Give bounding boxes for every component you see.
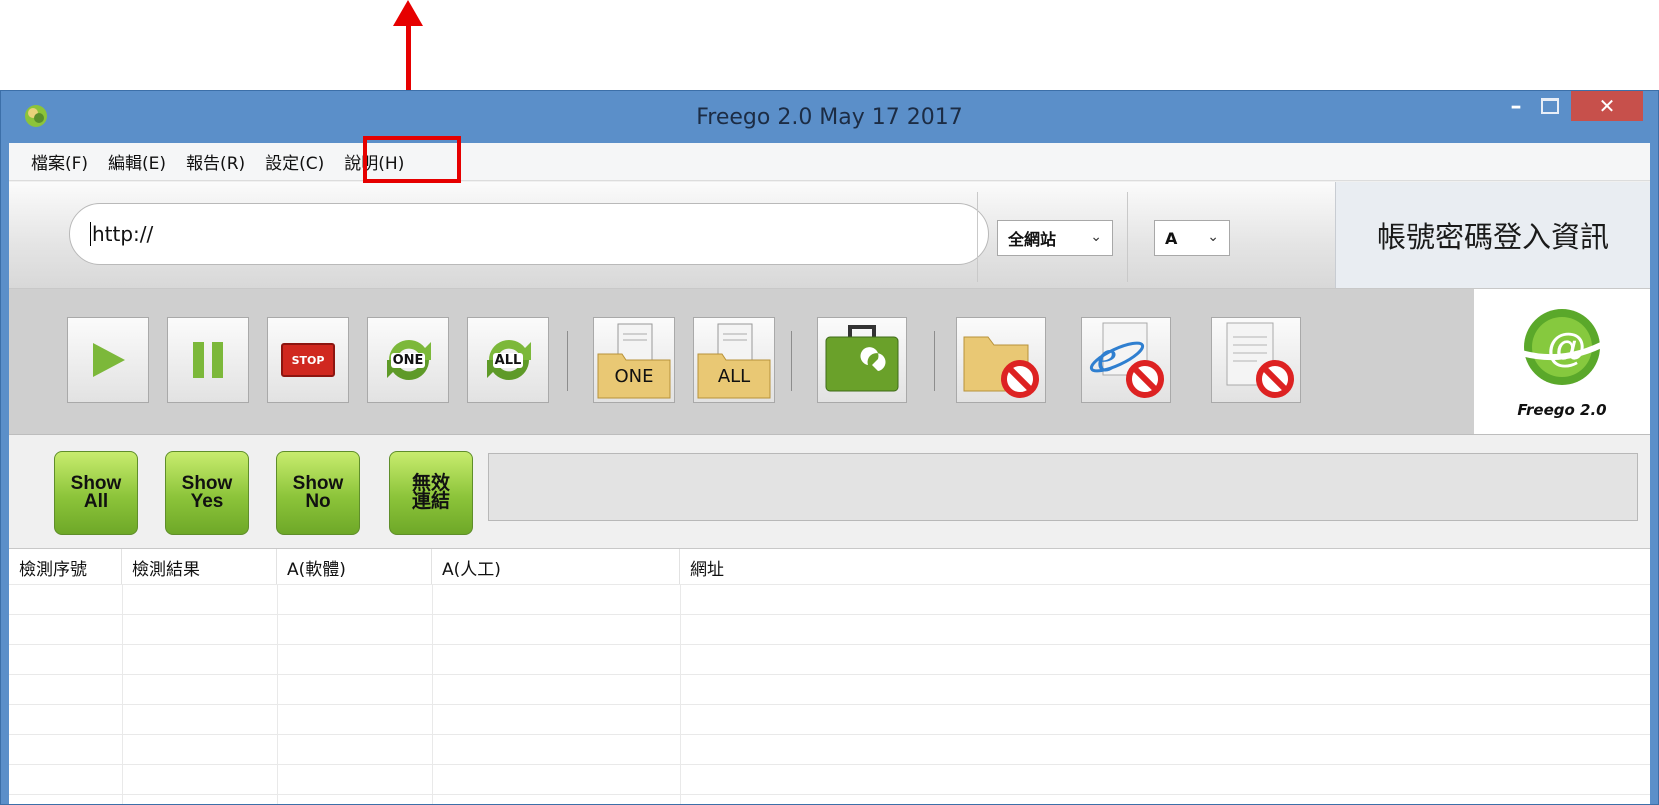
folder-document-icon xyxy=(597,323,671,399)
toolbar-divider xyxy=(934,331,935,391)
url-input[interactable]: http:// xyxy=(69,203,989,265)
table-header: 檢測序號 檢測結果 A(軟體) A(人工) 網址 xyxy=(9,549,1650,584)
pause-icon xyxy=(193,342,223,378)
grid-line xyxy=(122,584,123,804)
divider xyxy=(977,192,978,282)
toolbar-divider xyxy=(791,331,792,391)
app-window: Freego 2.0 May 17 2017 – ✕ 檔案(F) 編輯(E) 報… xyxy=(0,90,1659,805)
label-line: No xyxy=(305,491,331,512)
label-line: All xyxy=(83,491,109,512)
folder-blocked-icon xyxy=(963,336,1039,398)
report-all-button[interactable]: ALL xyxy=(693,317,775,403)
column-header[interactable]: 網址 xyxy=(680,549,1650,584)
toolbar: STOP ONE ALL ONE ALL e @ Freego 2.0 xyxy=(9,289,1650,435)
document-blocked-icon xyxy=(1226,322,1294,398)
show-no-button[interactable]: Show No xyxy=(276,451,360,535)
url-value: http:// xyxy=(92,222,154,246)
menu-file[interactable]: 檔案(F) xyxy=(31,149,88,174)
minimize-button[interactable]: – xyxy=(1501,91,1531,121)
show-no-label: Show No xyxy=(293,474,344,512)
grid-line xyxy=(9,644,1650,645)
pause-button[interactable] xyxy=(167,317,249,403)
grid-line xyxy=(277,584,278,804)
logo-text: Freego 2.0 xyxy=(1517,401,1607,419)
login-info-button[interactable]: 帳號密碼登入資訊 xyxy=(1335,182,1650,288)
column-header[interactable]: A(軟體) xyxy=(277,549,432,584)
show-yes-button[interactable]: Show Yes xyxy=(165,451,249,535)
stop-icon: STOP xyxy=(281,343,335,377)
title-bar[interactable]: Freego 2.0 May 17 2017 – ✕ xyxy=(1,91,1658,143)
divider xyxy=(1127,192,1128,282)
exclude-folder-button[interactable] xyxy=(956,317,1046,403)
show-all-label: Show All xyxy=(71,474,122,512)
column-header[interactable]: 檢測結果 xyxy=(122,549,277,584)
window-title: Freego 2.0 May 17 2017 xyxy=(696,105,963,130)
text-caret xyxy=(90,222,91,246)
maximize-icon xyxy=(1541,98,1559,114)
exclude-file-button[interactable] xyxy=(1211,317,1301,403)
invalid-link-button[interactable]: 無效 連結 xyxy=(389,451,473,535)
play-icon xyxy=(93,343,125,377)
menu-bar: 檔案(F) 編輯(E) 報告(R) 設定(C) 說明(H) xyxy=(9,143,1650,181)
stop-button[interactable]: STOP xyxy=(267,317,349,403)
check-one-button[interactable]: ONE xyxy=(367,317,449,403)
level-select-value: A xyxy=(1165,228,1178,248)
menu-settings[interactable]: 設定(C) xyxy=(265,149,324,174)
menu-edit[interactable]: 編輯(E) xyxy=(108,149,166,174)
column-header[interactable]: A(人工) xyxy=(432,549,680,584)
results-table[interactable]: 檢測序號 檢測結果 A(軟體) A(人工) 網址 xyxy=(9,548,1650,804)
toolbox-icon xyxy=(825,325,899,392)
check-all-button[interactable]: ALL xyxy=(467,317,549,403)
toolbar-divider xyxy=(567,331,568,391)
report-one-button[interactable]: ONE xyxy=(593,317,675,403)
grid-line xyxy=(9,734,1650,735)
level-select[interactable]: A ⌄ xyxy=(1154,220,1230,256)
toolbox-button[interactable] xyxy=(817,317,907,403)
label-line: 連結 xyxy=(411,491,450,512)
exclude-web-button[interactable]: e xyxy=(1081,317,1171,403)
grid-line xyxy=(9,614,1650,615)
column-header[interactable]: 檢測序號 xyxy=(9,549,122,584)
folder-one-label: ONE xyxy=(614,365,654,387)
folder-document-icon xyxy=(697,323,771,399)
close-icon: ✕ xyxy=(1598,94,1616,118)
browser-blocked-icon: e xyxy=(1089,322,1164,398)
show-yes-label: Show Yes xyxy=(182,474,233,512)
chevron-down-icon: ⌄ xyxy=(1207,229,1219,245)
stop-label: STOP xyxy=(291,353,325,367)
url-bar: http:// 全網站 ⌄ A ⌄ 帳號密碼登入資訊 xyxy=(9,182,1650,289)
scope-select[interactable]: 全網站 ⌄ xyxy=(997,220,1113,256)
client-area: 檔案(F) 編輯(E) 報告(R) 設定(C) 說明(H) http:// 全網… xyxy=(9,143,1650,804)
status-panel xyxy=(488,453,1638,521)
menu-report[interactable]: 報告(R) xyxy=(186,149,245,174)
show-all-button[interactable]: Show All xyxy=(54,451,138,535)
freego-logo: @ Freego 2.0 xyxy=(1474,289,1650,434)
check-one-label: ONE xyxy=(390,352,426,368)
folder-all-label: ALL xyxy=(717,365,751,387)
scope-select-value: 全網站 xyxy=(1008,230,1057,249)
check-all-label: ALL xyxy=(492,352,524,368)
start-button[interactable] xyxy=(67,317,149,403)
grid-line xyxy=(9,794,1650,795)
chevron-down-icon: ⌄ xyxy=(1090,229,1102,245)
invalid-link-label: 無效 連結 xyxy=(411,474,450,512)
freego-logo-icon: @ xyxy=(1514,309,1611,385)
grid-line xyxy=(9,674,1650,675)
grid-line xyxy=(9,584,1650,585)
grid-line xyxy=(680,584,681,804)
close-button[interactable]: ✕ xyxy=(1571,91,1643,121)
grid-line xyxy=(9,704,1650,705)
svg-text:@: @ xyxy=(1547,326,1586,370)
maximize-button[interactable] xyxy=(1533,91,1567,121)
grid-line xyxy=(9,764,1650,765)
filter-bar: Show All Show Yes Show No 無效 連結 xyxy=(9,435,1650,547)
grid-line xyxy=(432,584,433,804)
label-line: Yes xyxy=(190,491,224,512)
annotation-highlight-box xyxy=(363,136,461,183)
